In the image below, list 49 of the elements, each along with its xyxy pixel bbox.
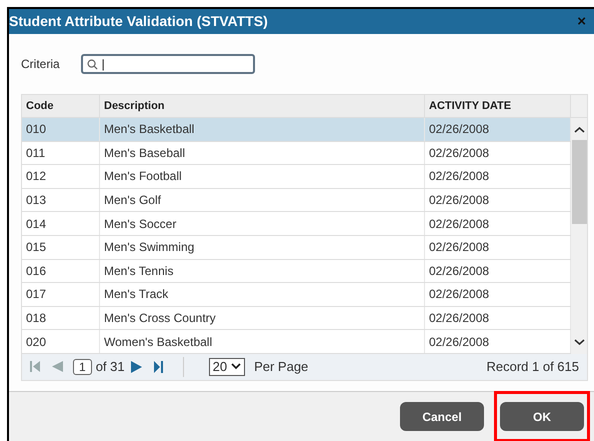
table-cell: Men's Football (100, 165, 425, 188)
dialog-button[interactable]: OK (500, 402, 584, 431)
criteria-search-field[interactable]: | (80, 54, 255, 74)
table-row[interactable]: 018 Men's Cross Country 02/26/2008 (22, 306, 571, 330)
chevron-down-icon (231, 363, 242, 370)
column-header[interactable]: Description (100, 95, 425, 117)
table-row[interactable]: 017 Men's Track 02/26/2008 (22, 283, 571, 307)
table-row[interactable]: 020 Women's Basketball 02/26/2008 (22, 330, 571, 354)
table-cell: Men's Track (100, 283, 425, 306)
table-cell: Men's Tennis (100, 260, 425, 282)
table-cell: 018 (22, 306, 100, 330)
per-page-label: Per Page (254, 358, 308, 376)
table-cell: Men's Golf (100, 188, 425, 212)
table-row[interactable]: 015 Men's Swimming 02/26/2008 (22, 236, 571, 260)
search-icon (86, 58, 98, 70)
table-cell: Men's Swimming (100, 236, 425, 259)
table-cell: Men's Soccer (100, 212, 425, 235)
table-cell: 016 (22, 260, 100, 282)
table-row[interactable]: 010 Men's Basketball 02/26/2008 (22, 118, 571, 142)
table-cell: 012 (22, 165, 100, 188)
table-cell: 015 (22, 236, 100, 259)
next-page-icon[interactable] (130, 360, 142, 373)
scroll-down-icon[interactable] (574, 338, 584, 346)
table-row[interactable]: 013 Men's Golf 02/26/2008 (22, 188, 571, 212)
scrollbar-thumb[interactable] (572, 140, 586, 224)
table-cell: Men's Baseball (100, 142, 425, 164)
page-field[interactable]: 1 (73, 358, 92, 375)
table-cell: 013 (22, 188, 100, 212)
criteria-label: Criteria (21, 56, 60, 73)
scroll-up-icon[interactable] (574, 126, 584, 134)
table-row[interactable]: 012 Men's Football 02/26/2008 (22, 165, 571, 189)
per-page-select[interactable]: 20 (208, 358, 246, 376)
window-title: Student Attribute Validation (STVATTS) (9, 12, 268, 31)
column-header[interactable]: Code (22, 95, 100, 117)
table-row[interactable]: 014 Men's Soccer 02/26/2008 (22, 212, 571, 236)
table-row[interactable]: 016 Men's Tennis 02/26/2008 (22, 260, 571, 284)
table-cell: Men's Cross Country (100, 306, 425, 330)
table-cell: 020 (22, 330, 100, 353)
dialog-button[interactable]: Cancel (400, 402, 484, 431)
last-page-icon[interactable] (154, 360, 163, 373)
record-count: Record 1 of 615 (486, 358, 579, 376)
page-count: of 31 (96, 358, 125, 376)
table-cell: 010 (22, 118, 100, 141)
table-cell: Men's Basketball (100, 118, 425, 141)
table-cell: 011 (22, 142, 100, 164)
table-cell: 014 (22, 212, 100, 235)
table-row[interactable]: 011 Men's Baseball 02/26/2008 (22, 142, 571, 166)
table-cell: 017 (22, 283, 100, 306)
table-cell: Women's Basketball (100, 330, 425, 353)
